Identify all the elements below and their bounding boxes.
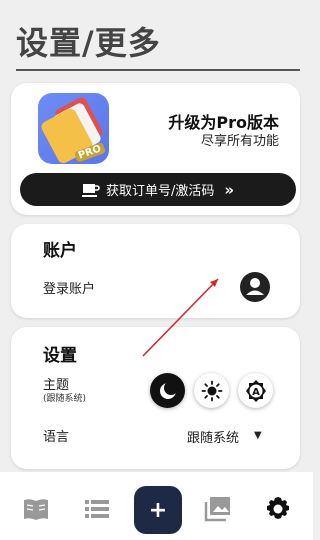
auto-mode-letter: A <box>252 387 260 398</box>
gallery-icon[interactable] <box>204 496 232 522</box>
title-divider <box>16 69 300 71</box>
language-dropdown-value[interactable]: 跟随系统 <box>187 427 239 446</box>
dark-mode-icon <box>159 380 178 399</box>
theme-follow-system-label: (跟随系统) <box>43 394 87 404</box>
account-card: 账户 登录账户 <box>11 224 300 318</box>
account-section-title: 账户 <box>43 241 77 261</box>
auto-mode-button[interactable]: A <box>238 373 273 408</box>
settings-card: 设置 主题 (跟随系统) A 语言 跟随系统 ▼ <box>11 327 300 469</box>
app-icon: PRO <box>38 93 109 164</box>
upgrade-subtitle: 尽享所有功能 <box>200 134 279 149</box>
get-order-label: 获取订单号/激活码 <box>105 184 215 199</box>
book-icon[interactable] <box>22 496 50 522</box>
login-account-label[interactable]: 登录账户 <box>43 278 95 297</box>
coffee-cup-icon <box>81 183 100 197</box>
language-label: 语言 <box>43 430 70 445</box>
gear-icon[interactable] <box>264 496 292 522</box>
pro-upgrade-card[interactable]: PRO 升级为Pro版本 尽享所有功能 获取订单号/激活码 » <box>11 83 300 215</box>
list-icon[interactable] <box>83 496 111 522</box>
dark-mode-button[interactable] <box>150 373 185 408</box>
account-circle-icon[interactable] <box>240 272 270 302</box>
auto-mode-icon: A <box>245 379 266 402</box>
light-mode-button[interactable] <box>194 373 229 408</box>
page-title: 设置/更多 <box>16 24 161 62</box>
light-mode-icon <box>201 380 222 401</box>
double-chevron-icon: » <box>224 180 235 199</box>
get-order-button[interactable]: 获取订单号/激活码 » <box>20 173 296 206</box>
add-button[interactable]: + <box>134 486 182 534</box>
add-icon: + <box>148 497 168 523</box>
settings-section-title: 设置 <box>43 346 77 366</box>
chevron-down-icon[interactable]: ▼ <box>254 430 262 441</box>
